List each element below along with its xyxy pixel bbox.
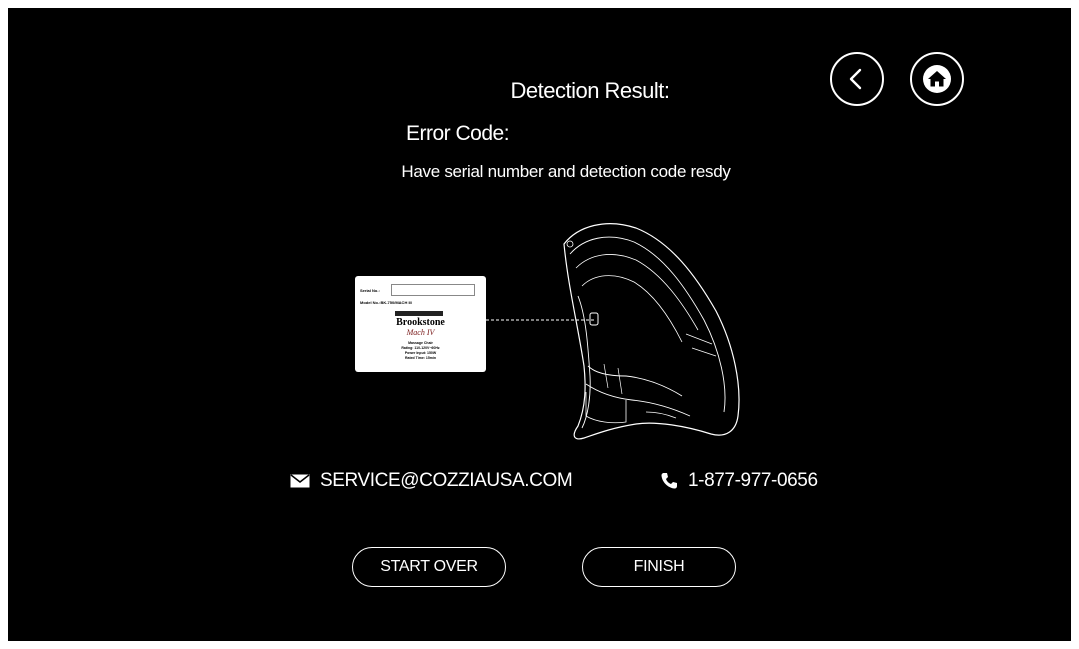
detection-result-screen: Detection Result: Error Code: Have seria… — [8, 8, 1071, 641]
home-button[interactable] — [910, 52, 964, 106]
envelope-icon — [290, 474, 310, 488]
spec-line: Power Input: 150W — [404, 351, 437, 355]
back-button[interactable] — [830, 52, 884, 106]
serial-number-box — [391, 284, 475, 296]
finish-button[interactable]: FINISH — [582, 547, 736, 587]
email-contact: SERVICE@COZZIAUSA.COM — [290, 470, 573, 492]
massage-chair-illustration — [486, 223, 740, 440]
model-number-label: Model No.:BK-750/MACH III — [360, 300, 412, 305]
error-code-label: Error Code: — [406, 122, 510, 145]
chevron-left-icon — [849, 68, 862, 90]
phone-contact: 1-877-977-0656 — [660, 470, 818, 492]
spec-line: Rating: 110-120V~60Hz — [401, 346, 440, 350]
page-title: Detection Result: — [510, 78, 670, 103]
phone-icon — [660, 472, 678, 490]
spec-line: Massage Chair — [408, 341, 433, 345]
sub-brand-logo: Mach IV — [406, 328, 435, 337]
home-icon — [923, 65, 951, 93]
serial-number-label: Serial No.: — [360, 288, 380, 293]
instruction-text: Have serial number and detection code re… — [401, 162, 731, 181]
start-over-button[interactable]: START OVER — [352, 547, 506, 587]
serial-label-card: Serial No.: Model No.:BK-750/MACH III Br… — [355, 276, 486, 372]
email-address: SERVICE@COZZIAUSA.COM — [320, 470, 573, 491]
phone-number: 1-877-977-0656 — [688, 470, 818, 491]
brand-logo: Brookstone — [396, 317, 445, 328]
spec-line: Rated Time: 15min — [404, 356, 437, 360]
barcode-strip — [395, 311, 443, 316]
